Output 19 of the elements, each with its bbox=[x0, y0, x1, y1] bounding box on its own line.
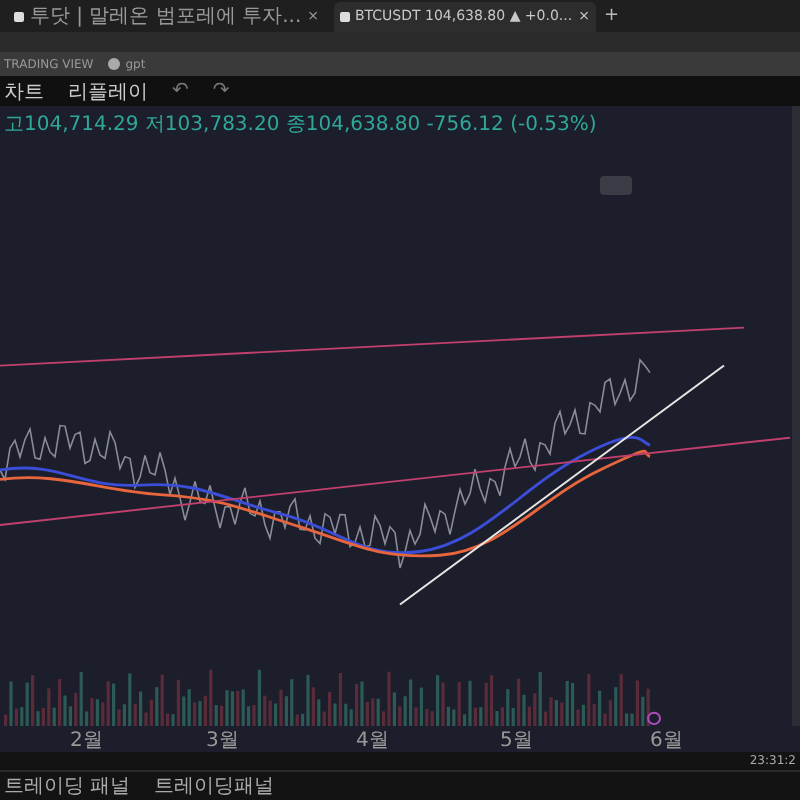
panel-tab[interactable]: 트레이딩패널 bbox=[154, 772, 275, 800]
month-label: 5월 bbox=[500, 728, 533, 754]
month-label: 3월 bbox=[206, 728, 239, 754]
panel-tab[interactable]: 트레이딩 패널 bbox=[4, 772, 131, 800]
month-label: 4월 bbox=[356, 728, 389, 754]
new-tab-button[interactable]: + bbox=[603, 6, 620, 26]
month-label: 6월 bbox=[650, 728, 683, 754]
chart-badge-icon bbox=[600, 175, 632, 195]
chart-tab[interactable]: 차트 bbox=[4, 77, 44, 105]
undo-button[interactable]: ↶ bbox=[172, 80, 189, 102]
tab-favicon-icon bbox=[339, 11, 349, 21]
globe-icon bbox=[107, 58, 120, 70]
address-bar[interactable] bbox=[0, 32, 800, 52]
redo-button[interactable]: ↷ bbox=[212, 80, 230, 102]
tab-favicon-icon bbox=[14, 11, 24, 21]
month-label: 2월 bbox=[70, 728, 103, 754]
ohlc-legend: 고104,714.29 저103,783.20 종104,638.80 -756.12 (-0.53%) bbox=[0, 106, 800, 138]
event-marker-icon bbox=[647, 711, 661, 726]
replay-button[interactable]: 리플레이 bbox=[68, 77, 148, 105]
